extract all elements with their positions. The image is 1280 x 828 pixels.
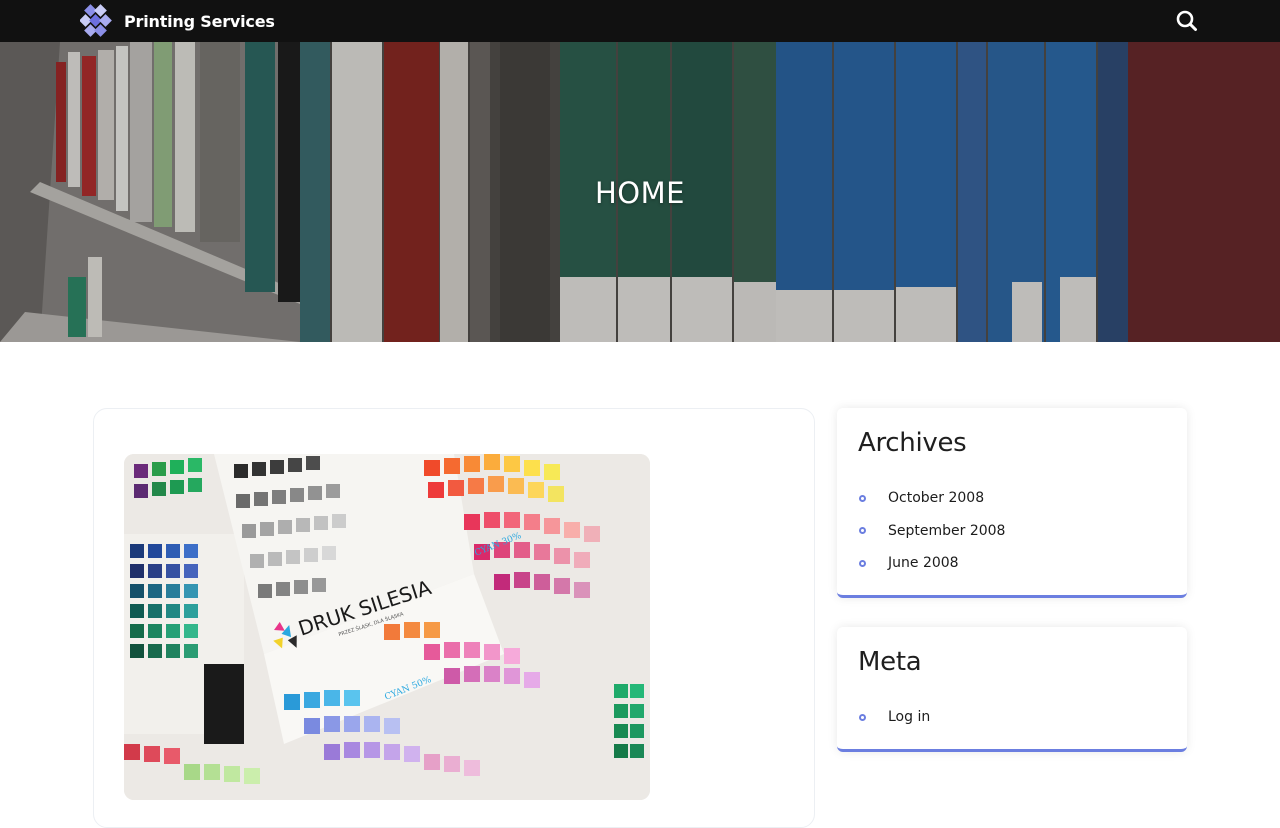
meta-list: Log in [858,701,930,734]
checker-logo-icon [79,4,118,38]
color-swatch-photo: DRUK SILESIA PRZEZ ŚLĄSK, DLA ŚLĄSKA CYA… [124,454,650,800]
circle-bullet-icon [859,559,866,567]
top-navbar: Printing Services [0,0,1280,42]
site-logo[interactable]: Printing Services [79,4,275,38]
archive-link-june-2008[interactable]: June 2008 [888,555,959,571]
list-item: June 2008 [858,547,1005,580]
post-thumbnail[interactable]: DRUK SILESIA PRZEZ ŚLĄSK, DLA ŚLĄSKA CYA… [124,454,650,800]
login-link[interactable]: Log in [888,709,930,725]
archives-title: Archives [858,428,967,458]
search-icon[interactable] [1174,8,1200,34]
list-item: Log in [858,701,930,734]
archives-list: October 2008 September 2008 June 2008 [858,482,1005,580]
page-title: HOME [595,176,685,210]
list-item: October 2008 [858,482,1005,515]
hero-banner: HOME [0,42,1280,342]
list-item: September 2008 [858,515,1005,548]
meta-title: Meta [858,647,922,677]
circle-bullet-icon [859,527,866,535]
post-card: DRUK SILESIA PRZEZ ŚLĄSK, DLA ŚLĄSKA CYA… [93,408,815,828]
archive-link-september-2008[interactable]: September 2008 [888,523,1005,539]
archives-widget: Archives October 2008 September 2008 Jun… [837,408,1187,598]
circle-bullet-icon [859,713,866,721]
circle-bullet-icon [859,494,866,502]
site-name: Printing Services [124,11,275,31]
archive-link-october-2008[interactable]: October 2008 [888,490,984,506]
meta-widget: Meta Log in [837,627,1187,752]
